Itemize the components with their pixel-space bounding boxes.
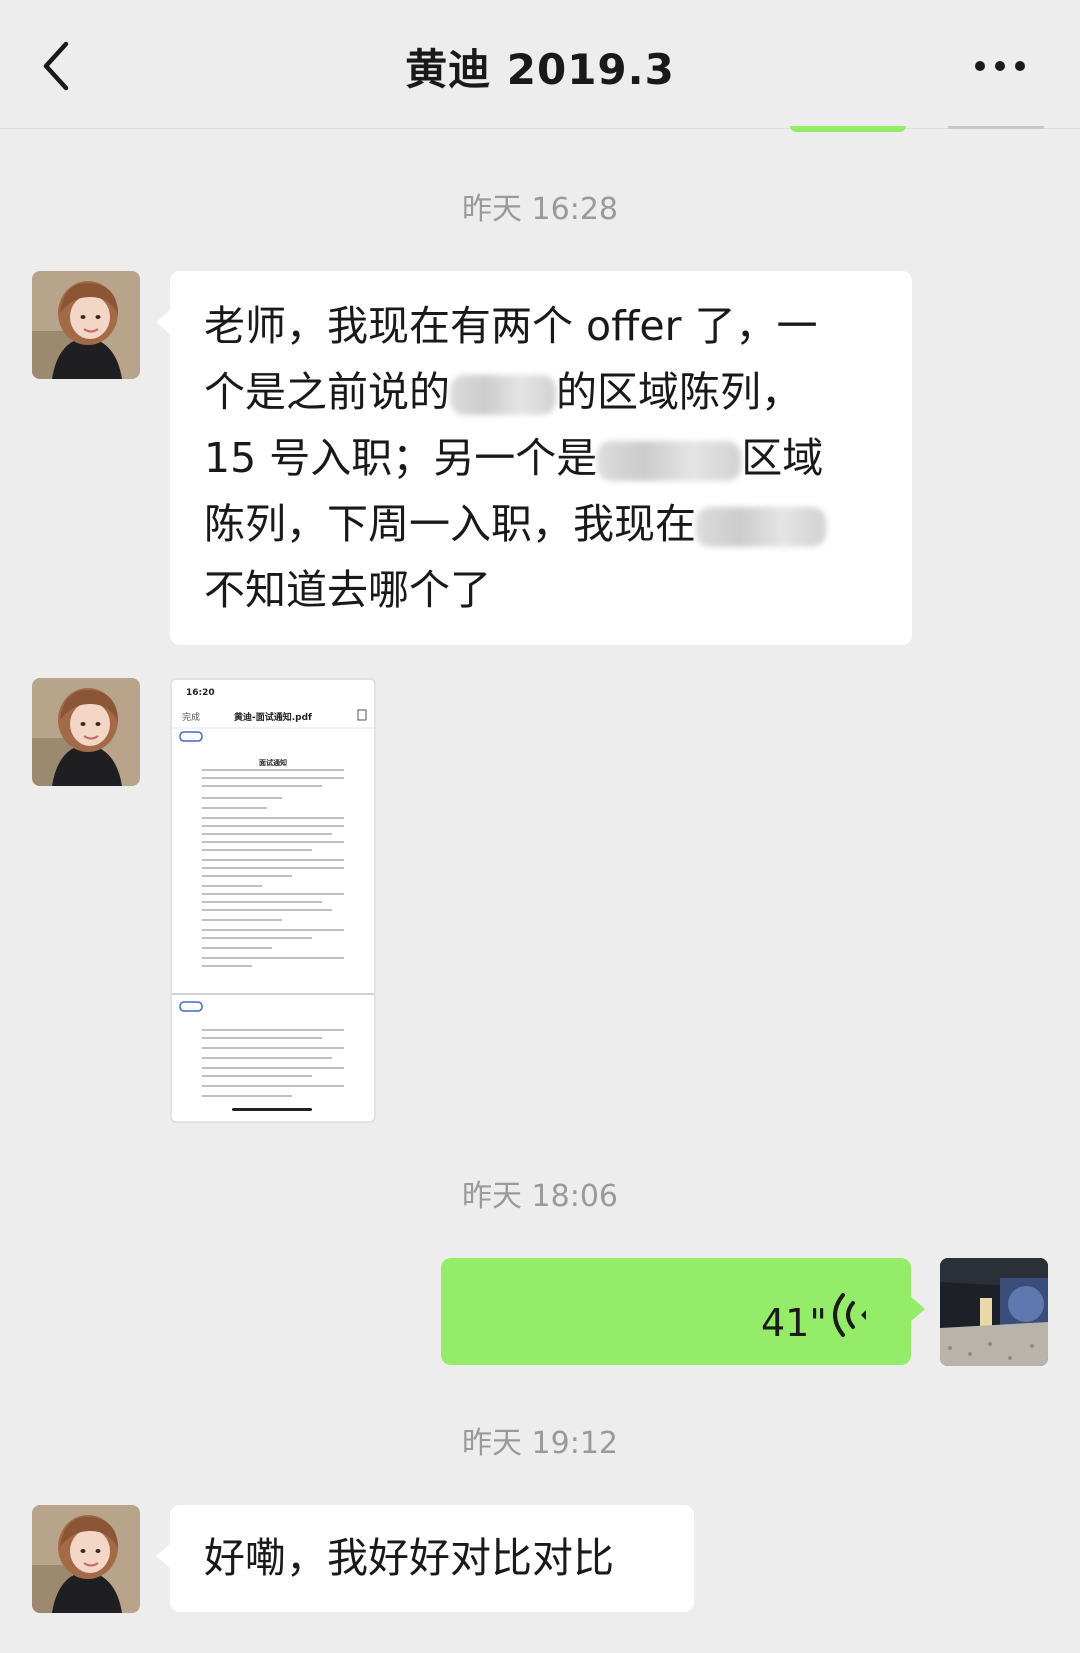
message-line: 15 号入职；另一个是 区域 — [204, 434, 824, 482]
message-line: 老师，我现在有两个 offer 了，一 — [204, 302, 818, 350]
redacted-blur — [450, 375, 556, 415]
top-bar: 黄迪 2019.3 — [0, 0, 1080, 129]
contact-avatar[interactable] — [32, 1505, 140, 1613]
contact-avatar[interactable] — [32, 678, 140, 786]
document-image[interactable]: 16:20 完成 黄迪-面试通知.pdf 面试通知 — [170, 678, 376, 1123]
voice-message-bubble[interactable]: 41" — [441, 1258, 925, 1365]
message-text: 好嘞，我好好对比对比 — [204, 1534, 614, 1582]
self-avatar[interactable] — [940, 1258, 1048, 1366]
chat-title: 黄迪 2019.3 — [405, 45, 675, 94]
timestamp: 昨天 18:06 — [462, 1179, 618, 1214]
message-line: 陈列，下周一入职，我现在 — [204, 491, 912, 557]
voice-wave-icon — [831, 1290, 871, 1356]
voice-duration: 41" — [761, 1301, 827, 1345]
message-line: 不知道去哪个了 — [204, 566, 491, 614]
timestamp: 昨天 16:28 — [462, 192, 618, 227]
timestamp: 昨天 19:12 — [462, 1426, 618, 1461]
message-line: 个是之前说的 的区域陈列， — [204, 368, 802, 416]
previous-message-edge-gray — [948, 126, 1044, 129]
message-bubble-received[interactable]: 老师，我现在有两个 offer 了，一 个是之前说的 的区域陈列， 15 号入职；… — [156, 271, 912, 645]
redacted-blur — [597, 441, 742, 481]
message-bubble-received[interactable]: 好嘞，我好好对比对比 — [156, 1505, 694, 1612]
contact-avatar[interactable] — [32, 271, 140, 379]
redacted-blur — [696, 507, 826, 547]
previous-message-edge — [790, 126, 906, 132]
document-content-lines — [172, 709, 374, 1111]
more-dots-icon[interactable] — [970, 52, 1030, 80]
